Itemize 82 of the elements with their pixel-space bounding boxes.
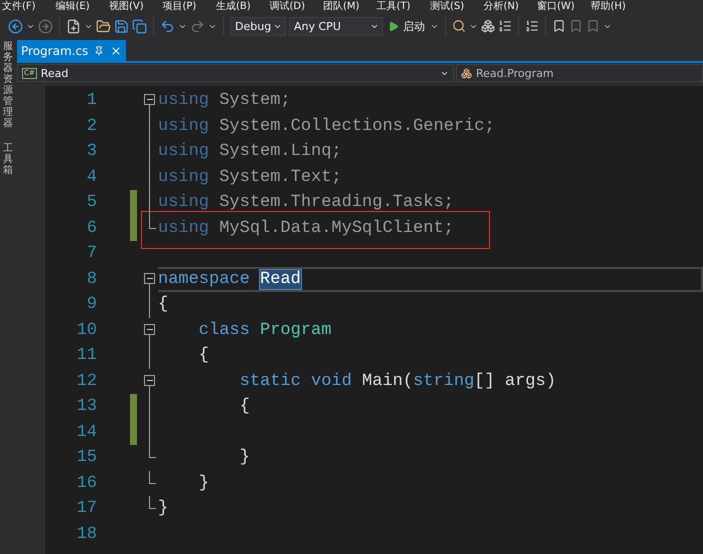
code-text: Main( xyxy=(362,372,414,391)
collapse-toggle[interactable] xyxy=(144,94,155,105)
code-text: using xyxy=(158,218,210,238)
line-number: 4 xyxy=(86,168,97,187)
menu-item[interactable]: 工具(T) xyxy=(376,1,430,13)
start-button[interactable]: 启动 xyxy=(386,18,427,34)
line-number: 6 xyxy=(86,218,97,238)
undo-icon[interactable] xyxy=(160,18,175,34)
code-text: } xyxy=(198,474,210,493)
file-tab[interactable]: Program.cs xyxy=(17,40,126,61)
collapse-toggle[interactable] xyxy=(144,324,155,334)
line-number: 10 xyxy=(76,320,97,340)
line-number: 2 xyxy=(86,116,97,136)
code-text: } xyxy=(238,448,250,468)
pin-icon[interactable] xyxy=(94,46,104,56)
code-text: namespace xyxy=(158,270,251,289)
code-text: [] args) xyxy=(474,372,556,391)
play-icon xyxy=(388,20,399,32)
configuration-dropdown[interactable]: Debug xyxy=(230,16,286,36)
line-number: 17 xyxy=(76,499,97,518)
list-icon[interactable] xyxy=(525,19,539,33)
menu-item[interactable]: 项目(P) xyxy=(162,1,216,13)
find-icon[interactable] xyxy=(452,19,466,33)
side-panel-tab[interactable]: 服务器资源管理器 xyxy=(3,41,13,129)
line-number: 13 xyxy=(76,397,97,416)
code-text: using xyxy=(158,116,210,136)
platform-dropdown[interactable]: Any CPU xyxy=(289,16,383,36)
code-text: MySql.Data.MySqlClient; xyxy=(219,218,454,238)
menu-item[interactable]: 调试(D) xyxy=(270,1,323,13)
code-text: } xyxy=(158,499,168,518)
code-text: using xyxy=(158,193,210,212)
line-number: 16 xyxy=(76,474,97,493)
line-number: 15 xyxy=(76,448,97,468)
bookmark-icon[interactable] xyxy=(552,19,566,33)
line-number: 12 xyxy=(76,372,97,391)
line-number: 9 xyxy=(86,295,97,314)
line-number: 7 xyxy=(86,244,97,264)
code-text: System.Text; xyxy=(219,168,342,187)
folder-icon[interactable] xyxy=(96,18,111,34)
code-text: Read xyxy=(260,270,301,289)
line-number: 1 xyxy=(86,91,97,110)
menu-item[interactable]: 文件(F) xyxy=(2,1,56,13)
menu-item[interactable]: 测试(S) xyxy=(430,1,484,13)
save-all-icon[interactable] xyxy=(132,18,147,34)
code-text: using xyxy=(158,168,210,187)
menu-item[interactable]: 帮助(H) xyxy=(590,1,644,13)
boxes-icon xyxy=(461,68,472,78)
member-dropdown[interactable]: Read.Program xyxy=(456,64,703,82)
close-icon[interactable] xyxy=(110,44,122,56)
boxes-icon[interactable] xyxy=(481,19,495,33)
save-icon[interactable] xyxy=(114,18,129,34)
line-number: 18 xyxy=(76,524,97,544)
code-text: static void xyxy=(238,372,353,391)
menu-item[interactable]: 生成(B) xyxy=(216,1,270,13)
code-text: class xyxy=(198,320,251,340)
code-text: System.Collections.Generic; xyxy=(219,116,495,136)
code-text: System; xyxy=(219,91,291,110)
line-number: 14 xyxy=(76,422,97,442)
menu-item[interactable]: 视图(V) xyxy=(109,1,162,13)
menu-item[interactable]: 分析(N) xyxy=(484,1,537,13)
code-text: string xyxy=(413,372,474,391)
menu-item[interactable]: 编辑(E) xyxy=(56,1,109,13)
code-text: { xyxy=(238,397,250,416)
line-number: 8 xyxy=(86,270,97,289)
code-text: System.Threading.Tasks; xyxy=(219,193,454,212)
code-text: { xyxy=(198,346,210,366)
side-panel-tab[interactable]: 工具箱 xyxy=(3,143,13,176)
menu-item[interactable]: 团队(M) xyxy=(323,1,376,13)
menu-item[interactable]: 窗口(W) xyxy=(537,1,590,13)
list-icon[interactable] xyxy=(498,19,512,33)
code-text: { xyxy=(158,295,168,314)
back-icon[interactable] xyxy=(8,18,23,34)
code-text: using xyxy=(158,142,210,162)
line-number: 11 xyxy=(76,346,97,366)
code-text: using xyxy=(158,91,210,110)
new-file-icon[interactable] xyxy=(66,18,81,34)
line-number: 5 xyxy=(86,193,97,212)
code-text: System.Linq; xyxy=(219,142,342,162)
code-text: Program xyxy=(260,320,332,340)
collapse-toggle[interactable] xyxy=(144,374,155,386)
line-number: 3 xyxy=(86,142,97,162)
collapse-toggle[interactable] xyxy=(144,272,155,284)
